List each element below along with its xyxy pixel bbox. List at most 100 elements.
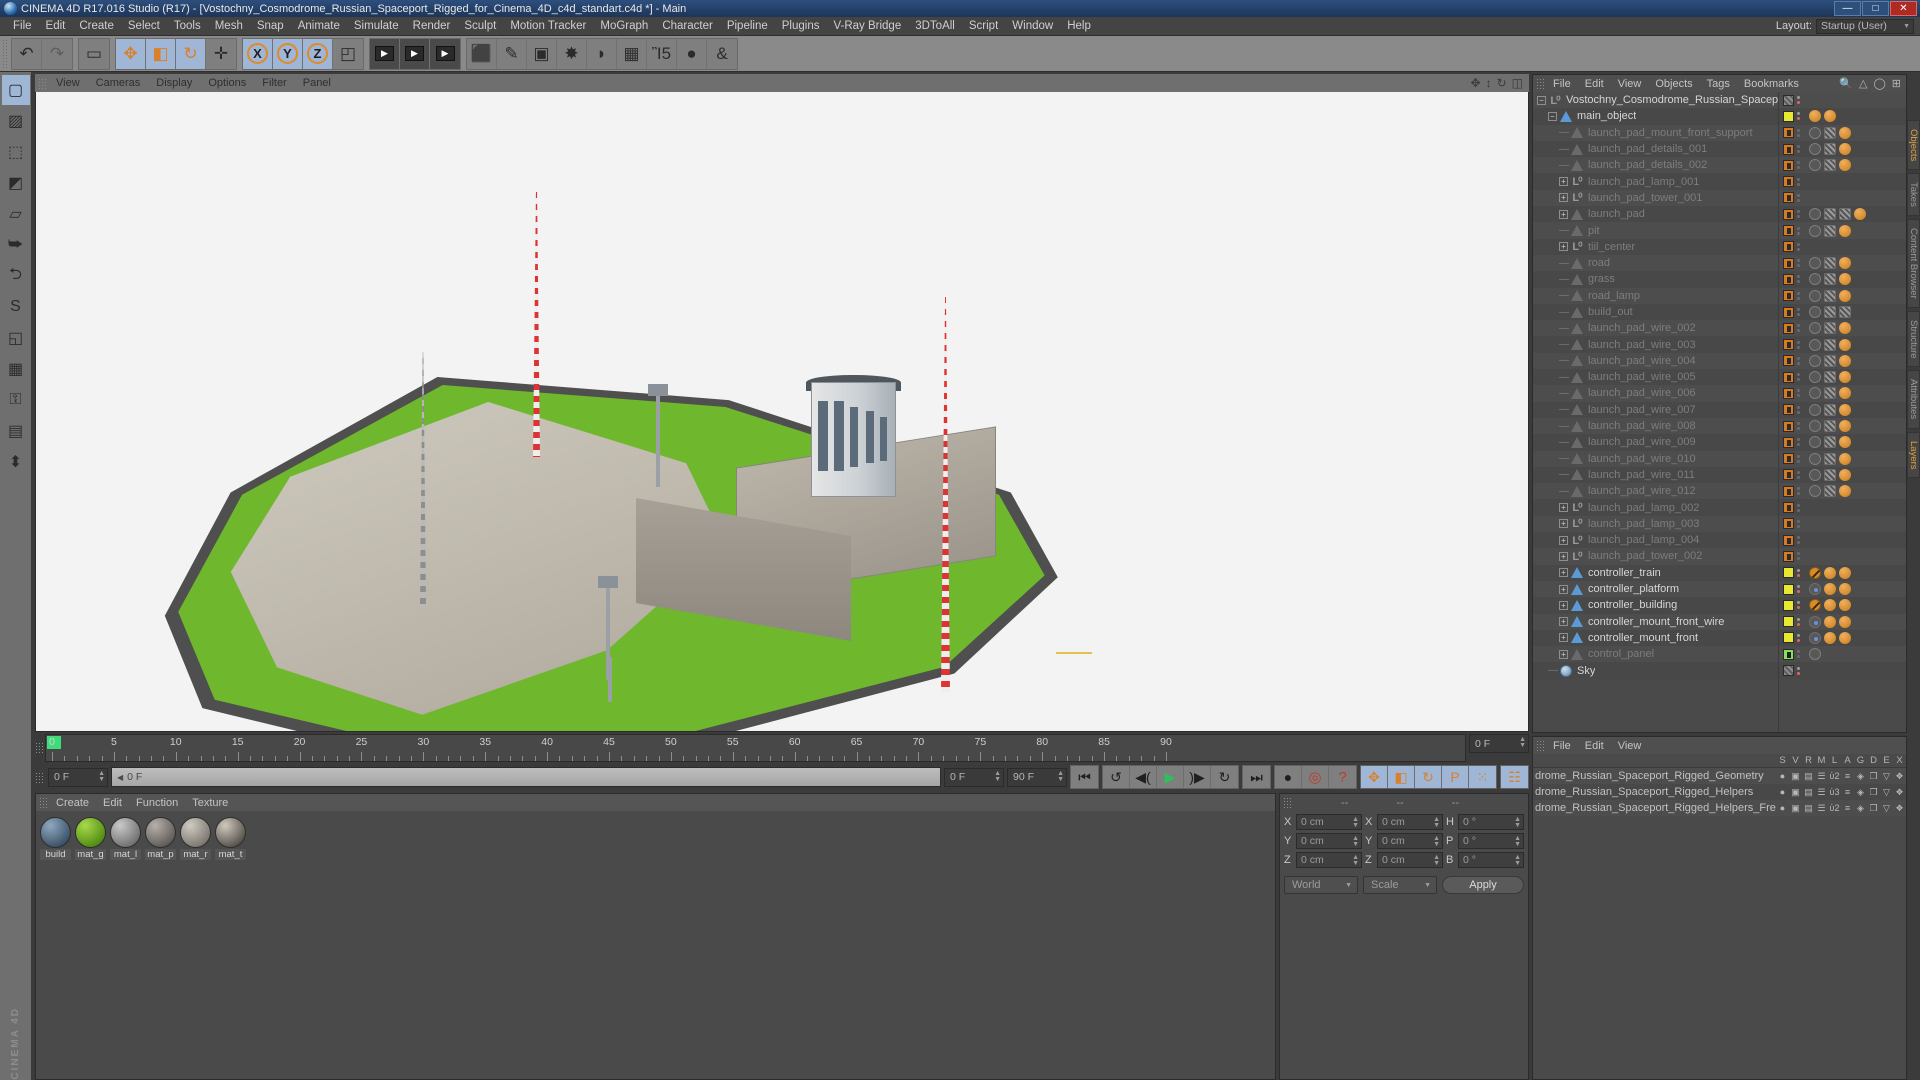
live-selection-button[interactable]: ▭ <box>79 39 109 69</box>
object-visibility-swatch[interactable] <box>1783 110 1794 122</box>
editor-visibility-dot[interactable] <box>1797 96 1800 100</box>
visibility-dots[interactable] <box>1797 568 1800 577</box>
object-row[interactable]: + L⁰ launch_pad_lamp_002 <box>1533 499 1778 516</box>
add-python-button[interactable]: & <box>707 39 737 69</box>
layer-solo-icon[interactable]: ● <box>1776 803 1789 813</box>
coord-input-size-X[interactable]: 0 cm ▲ ▼ <box>1377 814 1443 830</box>
layer-xref-icon[interactable]: ❖ <box>1893 787 1906 798</box>
object-row[interactable]: — build_out <box>1533 303 1778 321</box>
menu-help[interactable]: Help <box>1060 17 1098 36</box>
visibility-dots[interactable] <box>1797 487 1800 496</box>
object-menu-tags[interactable]: Tags <box>1700 78 1737 90</box>
object-visibility-swatch[interactable] <box>1783 632 1794 644</box>
next-key-button[interactable]: ↻ <box>1211 766 1238 788</box>
editor-visibility-dot[interactable] <box>1797 242 1800 246</box>
visibility-dots[interactable] <box>1797 177 1800 186</box>
render-visibility-dot[interactable] <box>1797 410 1800 414</box>
spinner-icon[interactable]: ▲ ▼ <box>1433 835 1440 848</box>
layer-column-L[interactable]: L <box>1828 755 1841 766</box>
go-to-end-button[interactable]: ⏭ <box>1243 766 1270 788</box>
object-row[interactable]: + controller_mount_front_wire <box>1533 613 1778 630</box>
viewport-menu-options[interactable]: Options <box>200 77 254 89</box>
coord-input-rotation-B[interactable]: 0 ° ▲ ▼ <box>1458 852 1524 868</box>
object-visibility-swatch[interactable] <box>1783 322 1794 334</box>
quantize-button[interactable]: ▦ <box>2 354 30 384</box>
material-item[interactable]: mat_l <box>110 817 141 860</box>
spinner-icon[interactable]: ▲ ▼ <box>1352 835 1359 848</box>
render-visibility-dot[interactable] <box>1797 378 1800 382</box>
object-row[interactable]: + L⁰ launch_pad_lamp_004 <box>1533 532 1778 549</box>
preview-range-field[interactable]: 0 F ▲ ▼ <box>944 767 1004 787</box>
phong-tag-icon[interactable] <box>1809 468 1821 481</box>
rail-tab-layers[interactable]: Layers <box>1907 431 1920 479</box>
texture-tag-icon[interactable] <box>1824 354 1836 367</box>
xpresso-node-icon[interactable] <box>1839 289 1851 302</box>
object-row[interactable]: — launch_pad_wire_012 <box>1533 483 1778 500</box>
spinner-icon[interactable]: ▲ ▼ <box>1057 770 1064 783</box>
editor-visibility-dot[interactable] <box>1797 650 1800 654</box>
visibility-dots[interactable] <box>1797 210 1800 219</box>
object-row[interactable]: — launch_pad_wire_010 <box>1533 450 1778 467</box>
tree-expander-icon[interactable]: + <box>1559 193 1568 203</box>
add-generator-button[interactable]: ▣ <box>527 38 557 69</box>
object-row[interactable]: — launch_pad_details_002 <box>1533 157 1778 174</box>
object-visibility-swatch[interactable] <box>1783 176 1794 188</box>
xpresso-node-icon[interactable] <box>1839 387 1851 400</box>
render-visibility-dot[interactable] <box>1797 459 1800 463</box>
tree-expander-icon[interactable]: − <box>1548 111 1557 121</box>
step-back-button[interactable]: ◀( <box>1130 766 1157 788</box>
editor-visibility-dot[interactable] <box>1797 666 1800 670</box>
layer-animation-icon[interactable]: ≡ <box>1841 787 1854 797</box>
texture-tag-icon[interactable] <box>1824 289 1836 302</box>
phong-tag-icon[interactable] <box>1809 387 1821 400</box>
object-row[interactable]: — launch_pad_wire_005 <box>1533 369 1778 386</box>
material-item[interactable]: mat_g <box>75 817 106 860</box>
object-visibility-swatch[interactable] <box>1783 273 1794 285</box>
move-workplane-button[interactable]: ⬍ <box>2 447 30 477</box>
visibility-dots[interactable] <box>1797 633 1800 642</box>
xpresso-tag-icon[interactable] <box>1809 583 1821 596</box>
layer-xref-icon[interactable]: ❖ <box>1893 771 1906 782</box>
layer-manager-grip[interactable] <box>1536 740 1544 751</box>
texture-tag-icon[interactable] <box>1824 452 1836 465</box>
go-to-start-button[interactable]: ⏮ <box>1071 766 1098 788</box>
add-icon[interactable]: ⊞ <box>1892 77 1901 90</box>
editor-visibility-dot[interactable] <box>1797 470 1800 474</box>
phong-tag-icon[interactable] <box>1809 354 1821 367</box>
menu-snap[interactable]: Snap <box>250 17 291 36</box>
texture-tag-icon[interactable] <box>1824 126 1836 139</box>
tree-expander-icon[interactable]: + <box>1559 633 1568 643</box>
texture-tag-icon[interactable] <box>1839 208 1851 221</box>
coordinates-grip[interactable] <box>1283 797 1291 808</box>
viewport-solo-button[interactable]: S <box>2 292 30 322</box>
phong-tag-icon[interactable] <box>1809 289 1821 302</box>
phong-tag-icon[interactable] <box>1809 403 1821 416</box>
edges-mode-button[interactable]: ◩ <box>2 168 30 198</box>
object-visibility-swatch[interactable] <box>1783 436 1794 448</box>
xpresso-node-icon[interactable] <box>1824 615 1836 628</box>
layer-row[interactable]: drome_Russian_Spaceport_Rigged_Helpers ● ▣… <box>1533 784 1906 800</box>
layer-expression-icon[interactable]: ▽ <box>1880 803 1893 814</box>
object-menu-file[interactable]: File <box>1546 78 1578 90</box>
editor-visibility-dot[interactable] <box>1797 128 1800 132</box>
add-scene-object-button[interactable]: ◗ <box>587 38 617 69</box>
object-row[interactable]: + L⁰ launch_pad_lamp_001 <box>1533 173 1778 190</box>
layer-visible-icon[interactable]: ▣ <box>1789 787 1802 798</box>
editor-visibility-dot[interactable] <box>1797 405 1800 409</box>
editor-visibility-dot[interactable] <box>1797 536 1800 540</box>
render-visibility-dot[interactable] <box>1797 427 1800 431</box>
model-mode-button[interactable]: ▢ <box>1 75 30 105</box>
search-icon[interactable]: 🔍 <box>1839 77 1853 90</box>
texture-tag-icon[interactable] <box>1824 485 1836 498</box>
object-row[interactable]: — launch_pad_wire_011 <box>1533 466 1778 484</box>
tree-expander-icon[interactable]: + <box>1559 242 1568 252</box>
toolbar-grip[interactable] <box>2 38 9 69</box>
render-visibility-dot[interactable] <box>1797 508 1800 512</box>
object-visibility-swatch[interactable] <box>1783 599 1794 611</box>
workplane-button[interactable]: ◱ <box>2 323 30 353</box>
xpresso-node-icon[interactable] <box>1839 371 1851 384</box>
editor-visibility-dot[interactable] <box>1797 210 1800 214</box>
render-visibility-dot[interactable] <box>1797 296 1800 300</box>
menu-script[interactable]: Script <box>962 17 1005 36</box>
render-to-picture-viewer-button[interactable] <box>400 38 430 69</box>
